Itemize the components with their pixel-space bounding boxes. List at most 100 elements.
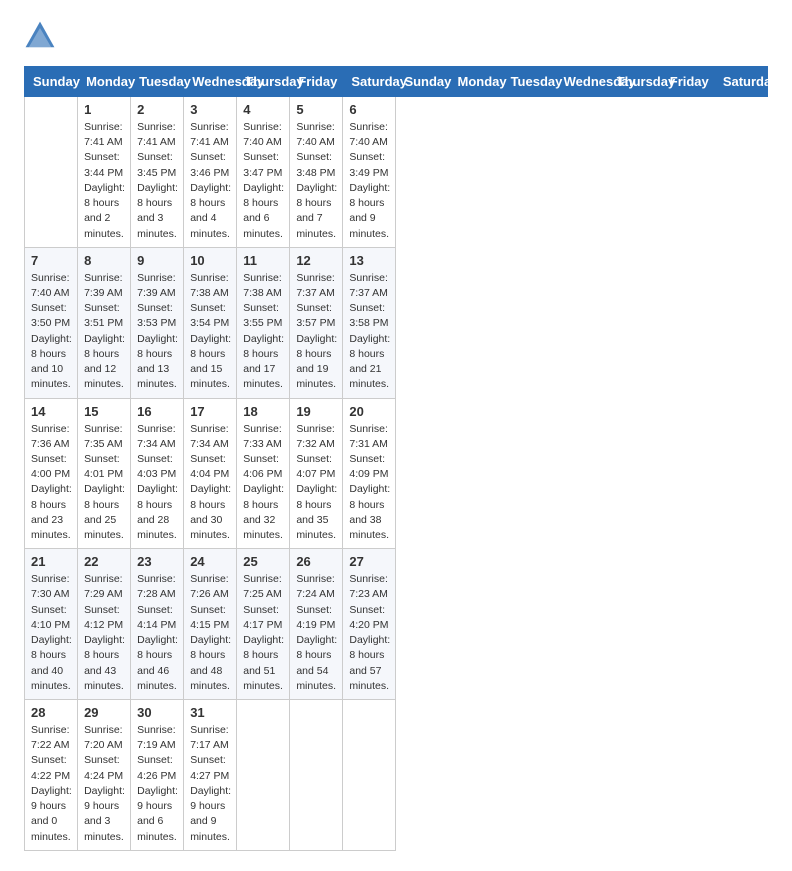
calendar-cell [237, 700, 290, 851]
calendar-cell: 13 Sunrise: 7:37 AMSunset: 3:58 PMDayligh… [343, 247, 396, 398]
calendar-cell: 24 Sunrise: 7:26 AMSunset: 4:15 PMDayligh… [184, 549, 237, 700]
calendar-week-3: 21 Sunrise: 7:30 AMSunset: 4:10 PMDayligh… [25, 549, 768, 700]
header [24, 20, 768, 52]
cell-info: Sunrise: 7:20 AMSunset: 4:24 PMDaylight:… [84, 723, 124, 845]
day-number: 16 [137, 404, 177, 419]
cell-info: Sunrise: 7:22 AMSunset: 4:22 PMDaylight:… [31, 723, 71, 845]
calendar-cell [343, 700, 396, 851]
cell-info: Sunrise: 7:30 AMSunset: 4:10 PMDaylight:… [31, 572, 71, 694]
calendar-cell: 20 Sunrise: 7:31 AMSunset: 4:09 PMDayligh… [343, 398, 396, 549]
day-number: 5 [296, 102, 336, 117]
cell-info: Sunrise: 7:33 AMSunset: 4:06 PMDaylight:… [243, 422, 283, 544]
calendar-cell: 14 Sunrise: 7:36 AMSunset: 4:00 PMDayligh… [25, 398, 78, 549]
calendar-cell: 3Sunrise: 7:41 AMSunset: 3:46 PMDaylight… [184, 97, 237, 248]
calendar-cell: 28 Sunrise: 7:22 AMSunset: 4:22 PMDayligh… [25, 700, 78, 851]
calendar-cell [290, 700, 343, 851]
calendar-cell: 4Sunrise: 7:40 AMSunset: 3:47 PMDaylight… [237, 97, 290, 248]
cell-info: Sunrise: 7:24 AMSunset: 4:19 PMDaylight:… [296, 572, 336, 694]
calendar-week-4: 28 Sunrise: 7:22 AMSunset: 4:22 PMDayligh… [25, 700, 768, 851]
calendar-cell: 10Sunrise: 7:38 AMSunset: 3:54 PMDayligh… [184, 247, 237, 398]
day-number: 12 [296, 253, 336, 268]
cell-info: Sunrise: 7:17 AMSunset: 4:27 PMDaylight:… [190, 723, 230, 845]
col-header-wednesday: Wednesday [555, 67, 608, 97]
day-number: 25 [243, 554, 283, 569]
cell-info: Sunrise: 7:39 AMSunset: 3:51 PMDaylight:… [84, 271, 124, 393]
header-row: SundayMondayTuesdayWednesdayThursdayFrid… [25, 67, 768, 97]
day-number: 7 [31, 253, 71, 268]
logo-icon [24, 20, 56, 52]
day-number: 15 [84, 404, 124, 419]
calendar-cell: 26 Sunrise: 7:24 AMSunset: 4:19 PMDayligh… [290, 549, 343, 700]
cell-info: Sunrise: 7:19 AMSunset: 4:26 PMDaylight:… [137, 723, 177, 845]
col-header-friday: Friday [661, 67, 714, 97]
day-number: 27 [349, 554, 389, 569]
calendar-week-2: 14 Sunrise: 7:36 AMSunset: 4:00 PMDayligh… [25, 398, 768, 549]
day-number: 14 [31, 404, 71, 419]
day-number: 30 [137, 705, 177, 720]
day-number: 18 [243, 404, 283, 419]
cell-info: Sunrise: 7:40 AMSunset: 3:50 PMDaylight:… [31, 271, 71, 393]
cell-info: Sunrise: 7:41 AMSunset: 3:44 PMDaylight:… [84, 120, 124, 242]
cell-info: Sunrise: 7:23 AMSunset: 4:20 PMDaylight:… [349, 572, 389, 694]
cell-info: Sunrise: 7:34 AMSunset: 4:03 PMDaylight:… [137, 422, 177, 544]
calendar-cell: 31Sunrise: 7:17 AMSunset: 4:27 PMDayligh… [184, 700, 237, 851]
day-number: 2 [137, 102, 177, 117]
day-number: 22 [84, 554, 124, 569]
day-number: 11 [243, 253, 283, 268]
col-header-tuesday: Tuesday [502, 67, 555, 97]
col-header-sunday: Sunday [25, 67, 78, 97]
cell-info: Sunrise: 7:32 AMSunset: 4:07 PMDaylight:… [296, 422, 336, 544]
cell-info: Sunrise: 7:36 AMSunset: 4:00 PMDaylight:… [31, 422, 71, 544]
calendar-cell: 7 Sunrise: 7:40 AMSunset: 3:50 PMDaylight… [25, 247, 78, 398]
col-header-thursday: Thursday [608, 67, 661, 97]
day-number: 26 [296, 554, 336, 569]
calendar-cell [25, 97, 78, 248]
cell-info: Sunrise: 7:40 AMSunset: 3:47 PMDaylight:… [243, 120, 283, 242]
day-number: 28 [31, 705, 71, 720]
col-header-saturday: Saturday [714, 67, 767, 97]
cell-info: Sunrise: 7:41 AMSunset: 3:45 PMDaylight:… [137, 120, 177, 242]
calendar-cell: 2 Sunrise: 7:41 AMSunset: 3:45 PMDaylight… [131, 97, 184, 248]
col-header-thursday: Thursday [237, 67, 290, 97]
calendar-cell: 23Sunrise: 7:28 AMSunset: 4:14 PMDayligh… [131, 549, 184, 700]
day-number: 3 [190, 102, 230, 117]
day-number: 8 [84, 253, 124, 268]
cell-info: Sunrise: 7:34 AMSunset: 4:04 PMDaylight:… [190, 422, 230, 544]
calendar-cell: 21 Sunrise: 7:30 AMSunset: 4:10 PMDayligh… [25, 549, 78, 700]
col-header-monday: Monday [449, 67, 502, 97]
calendar-cell: 25Sunrise: 7:25 AMSunset: 4:17 PMDayligh… [237, 549, 290, 700]
day-number: 24 [190, 554, 230, 569]
calendar-cell: 22 Sunrise: 7:29 AMSunset: 4:12 PMDayligh… [78, 549, 131, 700]
day-number: 9 [137, 253, 177, 268]
cell-info: Sunrise: 7:40 AMSunset: 3:49 PMDaylight:… [349, 120, 389, 242]
calendar-week-1: 7 Sunrise: 7:40 AMSunset: 3:50 PMDaylight… [25, 247, 768, 398]
calendar-cell: 30 Sunrise: 7:19 AMSunset: 4:26 PMDayligh… [131, 700, 184, 851]
day-number: 21 [31, 554, 71, 569]
calendar-cell: 6Sunrise: 7:40 AMSunset: 3:49 PMDaylight… [343, 97, 396, 248]
day-number: 23 [137, 554, 177, 569]
calendar-cell: 1 Sunrise: 7:41 AMSunset: 3:44 PMDaylight… [78, 97, 131, 248]
cell-info: Sunrise: 7:37 AMSunset: 3:57 PMDaylight:… [296, 271, 336, 393]
day-number: 1 [84, 102, 124, 117]
calendar-cell: 17 Sunrise: 7:34 AMSunset: 4:04 PMDayligh… [184, 398, 237, 549]
col-header-sunday: Sunday [396, 67, 449, 97]
day-number: 10 [190, 253, 230, 268]
calendar-cell: 19Sunrise: 7:32 AMSunset: 4:07 PMDayligh… [290, 398, 343, 549]
calendar-cell: 29Sunrise: 7:20 AMSunset: 4:24 PMDayligh… [78, 700, 131, 851]
col-header-friday: Friday [290, 67, 343, 97]
cell-info: Sunrise: 7:37 AMSunset: 3:58 PMDaylight:… [349, 271, 389, 393]
day-number: 13 [349, 253, 389, 268]
col-header-monday: Monday [78, 67, 131, 97]
calendar-cell: 5 Sunrise: 7:40 AMSunset: 3:48 PMDaylight… [290, 97, 343, 248]
col-header-tuesday: Tuesday [131, 67, 184, 97]
day-number: 20 [349, 404, 389, 419]
calendar-cell: 15Sunrise: 7:35 AMSunset: 4:01 PMDayligh… [78, 398, 131, 549]
calendar-cell: 9Sunrise: 7:39 AMSunset: 3:53 PMDaylight… [131, 247, 184, 398]
calendar-table: SundayMondayTuesdayWednesdayThursdayFrid… [24, 66, 768, 851]
cell-info: Sunrise: 7:31 AMSunset: 4:09 PMDaylight:… [349, 422, 389, 544]
calendar-cell: 27 Sunrise: 7:23 AMSunset: 4:20 PMDayligh… [343, 549, 396, 700]
day-number: 17 [190, 404, 230, 419]
cell-info: Sunrise: 7:29 AMSunset: 4:12 PMDaylight:… [84, 572, 124, 694]
cell-info: Sunrise: 7:40 AMSunset: 3:48 PMDaylight:… [296, 120, 336, 242]
cell-info: Sunrise: 7:26 AMSunset: 4:15 PMDaylight:… [190, 572, 230, 694]
